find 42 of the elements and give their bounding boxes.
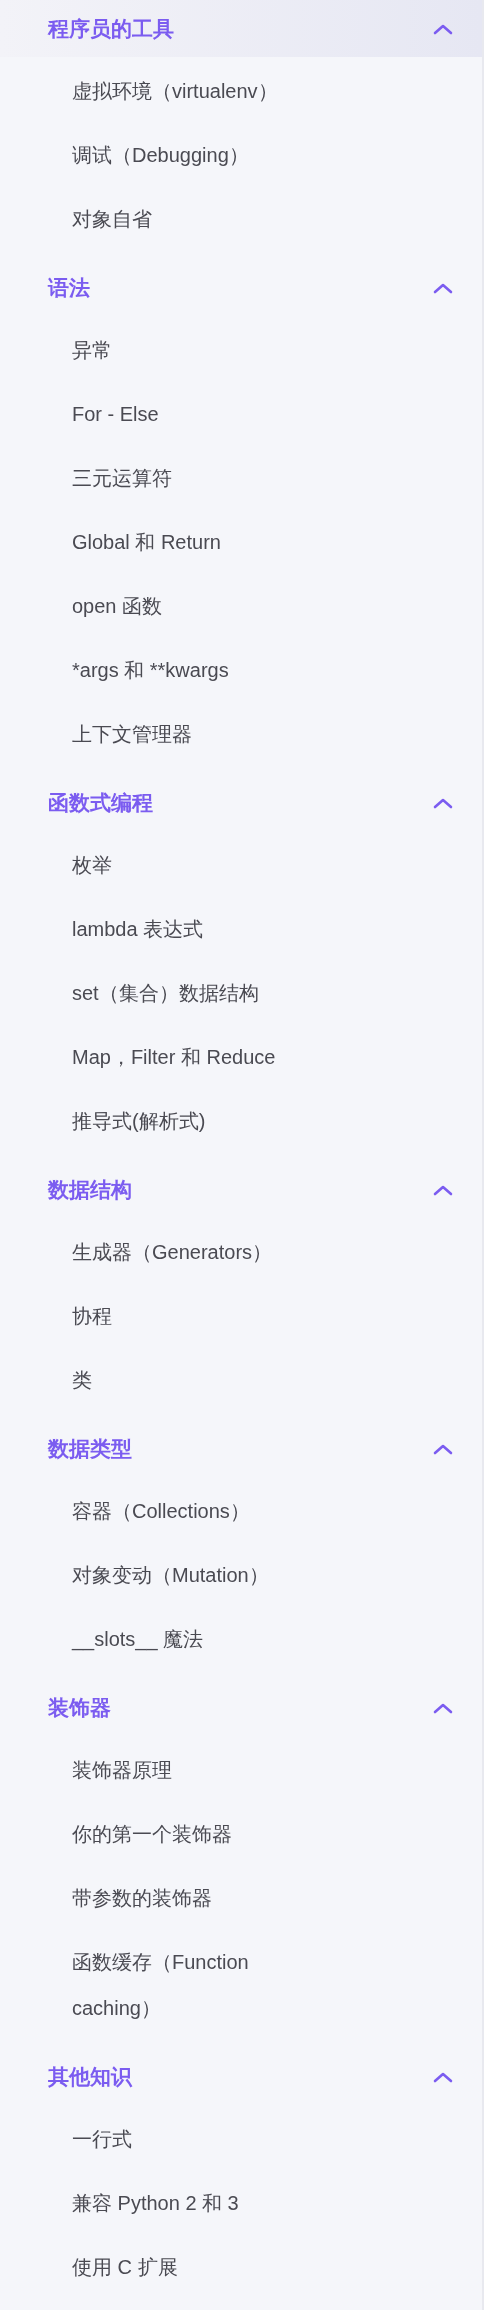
nav-link[interactable]: 推导式(解析式) [0, 1089, 342, 1153]
nav-link[interactable]: 上下文管理器 [0, 702, 342, 766]
nav-link[interactable]: open 函数 [0, 574, 342, 638]
section-title: 装饰器 [48, 1694, 111, 1721]
nav-link[interactable]: 装饰器原理 [0, 1738, 342, 1802]
section-header[interactable]: 装饰器 [0, 1679, 482, 1736]
nav-link[interactable]: lambda 表达式 [0, 897, 342, 961]
nav-link[interactable]: Map，Filter 和 Reduce [0, 1025, 342, 1089]
section-header[interactable]: 语法 [0, 259, 482, 316]
nav-link[interactable]: 生成器（Generators） [0, 1220, 342, 1284]
nav-link[interactable]: 类 [0, 1348, 342, 1412]
section-title: 语法 [48, 274, 90, 301]
section-title: 程序员的工具 [48, 15, 174, 42]
section-header[interactable]: 程序员的工具 [0, 0, 482, 57]
nav-link[interactable]: 函数缓存（Function caching） [0, 1930, 342, 2040]
nav-link[interactable]: 兼容 Python 2 和 3 [0, 2171, 342, 2235]
section-title: 数据类型 [48, 1435, 132, 1462]
nav-link[interactable]: 三元运算符 [0, 446, 342, 510]
nav-link[interactable]: For - Else [0, 382, 342, 446]
nav-link[interactable]: 带参数的装饰器 [0, 1866, 342, 1930]
section-header[interactable]: 函数式编程 [0, 774, 482, 831]
section-header[interactable]: 其他知识 [0, 2048, 482, 2105]
nav-link[interactable]: 枚举 [0, 833, 342, 897]
nav-link[interactable]: 虚拟环境（virtualenv） [0, 59, 342, 123]
section-title: 函数式编程 [48, 789, 153, 816]
section-title: 数据结构 [48, 1176, 132, 1203]
nav-link[interactable]: 调试（Debugging） [0, 123, 342, 187]
nav-link[interactable]: 异常 [0, 318, 342, 382]
nav-link[interactable]: 协程 [0, 1284, 342, 1348]
nav-link[interactable]: *args 和 **kwargs [0, 638, 342, 702]
nav-link[interactable]: set（集合）数据结构 [0, 961, 342, 1025]
section-title: 其他知识 [48, 2063, 132, 2090]
nav-link[interactable]: 一行式 [0, 2107, 342, 2171]
nav-link[interactable]: 你的第一个装饰器 [0, 1802, 342, 1866]
nav-link[interactable]: __slots__ 魔法 [0, 1607, 342, 1671]
nav-link[interactable]: 对象变动（Mutation） [0, 1543, 342, 1607]
nav-link[interactable]: 对象自省 [0, 187, 342, 251]
nav-link[interactable]: 使用 C 扩展 [0, 2235, 342, 2299]
section-header[interactable]: 数据类型 [0, 1420, 482, 1477]
nav-link[interactable]: 容器（Collections） [0, 1479, 342, 1543]
nav-link[interactable]: Global 和 Return [0, 510, 342, 574]
section-header[interactable]: 数据结构 [0, 1161, 482, 1218]
